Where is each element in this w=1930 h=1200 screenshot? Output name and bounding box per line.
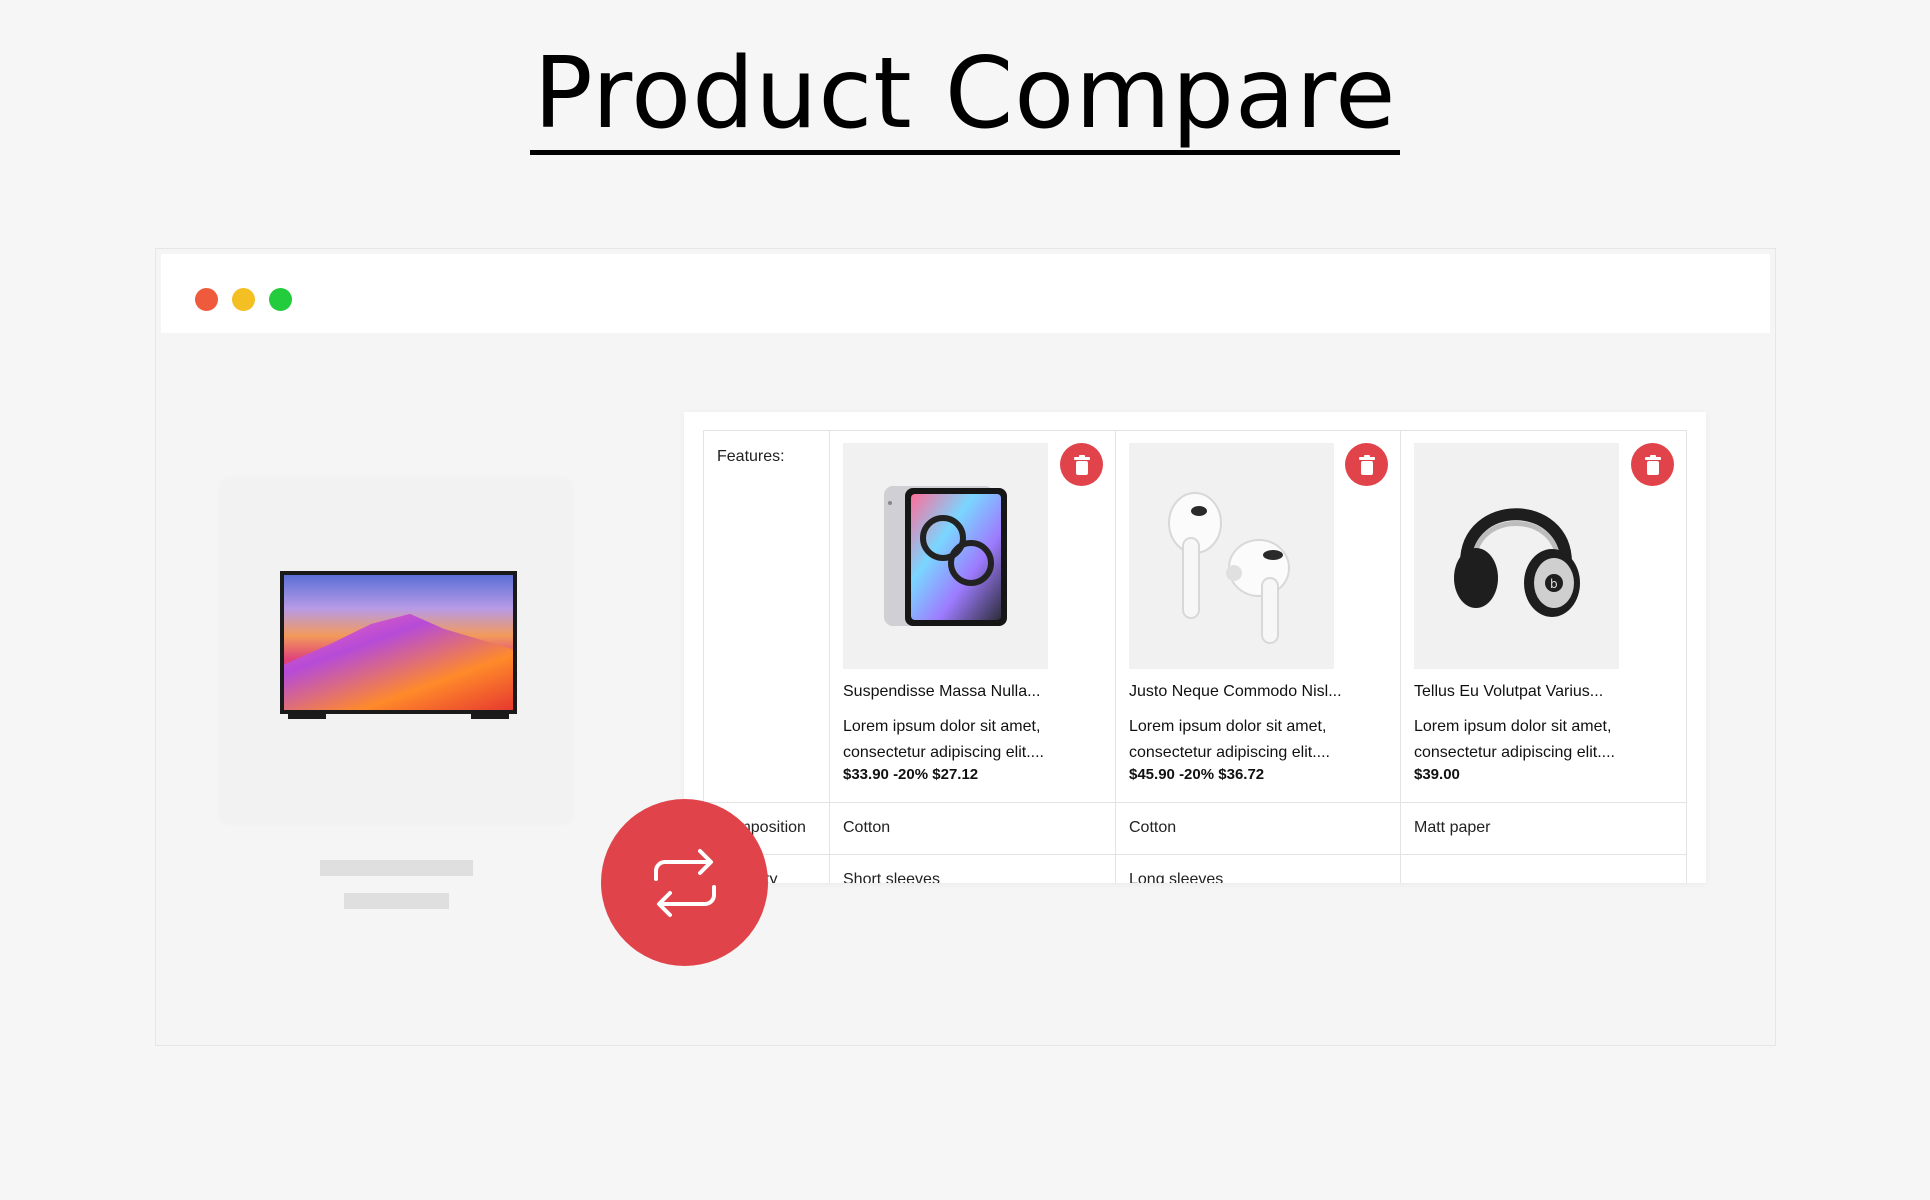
trash-icon: [1644, 454, 1661, 475]
attribute-row-composition: Composition Cotton Cotton Matt paper: [704, 803, 1686, 855]
product-card-tv[interactable]: [222, 480, 570, 822]
page-title: Product Compare: [529, 39, 1401, 155]
product-new-price-1: $27.12: [932, 766, 979, 783]
attribute-row-property: Property Short sleeves Long sleeves: [704, 855, 1686, 883]
remove-product-2-button[interactable]: [1345, 443, 1388, 486]
product-price-3: $39.00: [1414, 766, 1460, 783]
features-label: Features:: [717, 448, 785, 465]
product-column-1: Suspendisse Massa Nulla... Lorem ipsum d…: [830, 431, 1116, 802]
attribute-value: Short sleeves: [843, 871, 940, 883]
product-discount-2: -20%: [1179, 766, 1215, 783]
product-name-2[interactable]: Justo Neque Commodo Nisl...: [1129, 683, 1342, 701]
compare-table: Features: Suspendisse Massa Nulla... Lor…: [703, 430, 1687, 883]
minimize-window-dot[interactable]: [232, 288, 255, 311]
svg-text:b: b: [1550, 577, 1558, 591]
remove-product-3-button[interactable]: [1631, 443, 1674, 486]
maximize-window-dot[interactable]: [269, 288, 292, 311]
attribute-value: Cotton: [1129, 819, 1177, 836]
placeholder-price-line: [344, 893, 449, 909]
compare-panel: Features: Suspendisse Massa Nulla... Lor…: [684, 412, 1706, 883]
product-description-2: Lorem ipsum dolor sit amet, consectetur …: [1129, 718, 1330, 761]
trash-icon: [1358, 454, 1375, 475]
product-column-3: b Tellus Eu Volutpat Varius... Lorem ips…: [1401, 431, 1686, 802]
placeholder-title-line: [320, 860, 473, 876]
close-window-dot[interactable]: [195, 288, 218, 311]
product-old-price-2: $45.90: [1129, 766, 1175, 783]
earbuds-icon: [1168, 492, 1290, 644]
attribute-value: Matt paper: [1414, 819, 1491, 836]
product-description-3: Lorem ipsum dolor sit amet, consectetur …: [1414, 718, 1615, 761]
product-price-2: $45.90 -20% $36.72: [1129, 766, 1264, 783]
headphones-icon: b: [1454, 508, 1580, 617]
compare-swap-button[interactable]: [601, 799, 768, 966]
product-image-1[interactable]: [843, 443, 1048, 669]
attribute-value: Long sleeves: [1129, 871, 1224, 883]
product-image-2[interactable]: [1129, 443, 1334, 669]
product-description-1: Lorem ipsum dolor sit amet, consectetur …: [843, 718, 1044, 761]
product-new-price-2: $36.72: [1218, 766, 1265, 783]
tablet-icon: [884, 486, 1007, 626]
products-row: Features: Suspendisse Massa Nulla... Lor…: [704, 431, 1686, 803]
repeat-icon: [653, 848, 716, 917]
product-name-3[interactable]: Tellus Eu Volutpat Varius...: [1414, 683, 1603, 701]
product-old-price-1: $33.90: [843, 766, 889, 783]
trash-icon: [1073, 454, 1090, 475]
product-price-1: $33.90 -20% $27.12: [843, 766, 978, 783]
product-name-1[interactable]: Suspendisse Massa Nulla...: [843, 683, 1040, 701]
product-image-3[interactable]: b: [1414, 443, 1619, 669]
browser-title-bar: [161, 254, 1770, 333]
product-discount-1: -20%: [893, 766, 929, 783]
features-header-cell: Features:: [704, 431, 830, 802]
attribute-value: Cotton: [843, 819, 891, 836]
product-column-2: Justo Neque Commodo Nisl... Lorem ipsum …: [1116, 431, 1401, 802]
page-title-wrapper: Product Compare: [0, 39, 1930, 155]
tv-image: [280, 571, 517, 719]
remove-product-1-button[interactable]: [1060, 443, 1103, 486]
